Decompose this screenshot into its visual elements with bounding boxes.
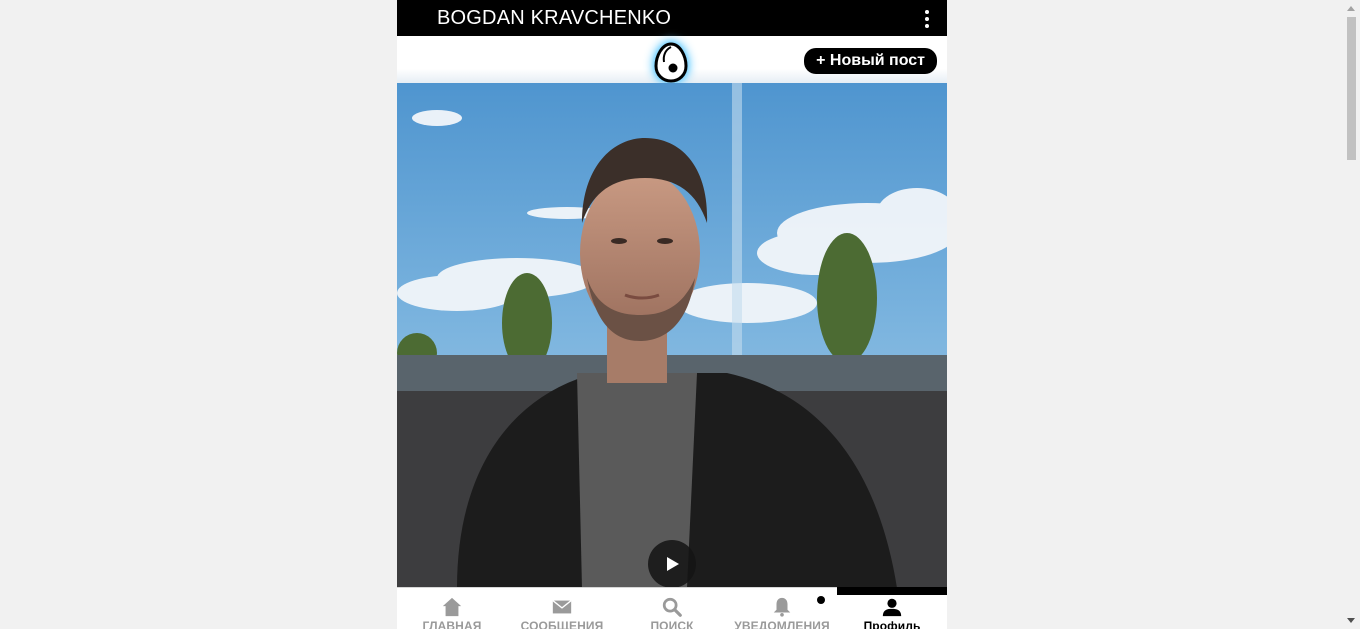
bell-icon: [773, 597, 791, 617]
scroll-thumb[interactable]: [1347, 17, 1356, 160]
toolbar: + Новый пост: [397, 36, 947, 83]
nav-messages-label: СООБЩЕНИЯ: [520, 619, 604, 629]
page-scrollbar[interactable]: [1343, 0, 1360, 629]
nav-notifications-label: УВЕДОМЛЕНИЯ: [734, 619, 830, 629]
play-icon: [667, 557, 679, 571]
more-vertical-icon[interactable]: [917, 8, 937, 30]
nav-profile-label: Профиль: [863, 619, 921, 629]
nav-notifications[interactable]: УВЕДОМЛЕНИЯ: [727, 588, 837, 629]
scroll-up-icon[interactable]: [1347, 6, 1355, 11]
nav-home[interactable]: ГЛАВНАЯ: [397, 588, 507, 629]
search-icon: [662, 597, 682, 617]
post-video[interactable]: [397, 83, 947, 588]
profile-name: BOGDAN KRAVCHENKO: [437, 7, 672, 29]
nav-search[interactable]: ПОИСК: [617, 588, 727, 629]
home-icon: [442, 597, 462, 617]
egg-logo-icon[interactable]: [652, 41, 690, 83]
nav-messages[interactable]: СООБЩЕНИЯ: [507, 588, 617, 629]
mail-icon: [552, 600, 572, 614]
user-icon: [882, 598, 902, 617]
top-bar: BOGDAN KRAVCHENKO: [397, 0, 947, 36]
unread-dot: [817, 596, 825, 604]
scroll-down-icon[interactable]: [1347, 618, 1355, 623]
nav-search-label: ПОИСК: [650, 619, 694, 629]
app-frame: BOGDAN KRAVCHENKO + Новый пост ГЛАВНАЯ С…: [397, 0, 947, 629]
active-tab-indicator: [837, 587, 947, 595]
nav-home-label: ГЛАВНАЯ: [422, 619, 482, 629]
video-frame: [397, 83, 947, 588]
new-post-button[interactable]: + Новый пост: [804, 48, 937, 74]
play-button[interactable]: [648, 540, 696, 588]
